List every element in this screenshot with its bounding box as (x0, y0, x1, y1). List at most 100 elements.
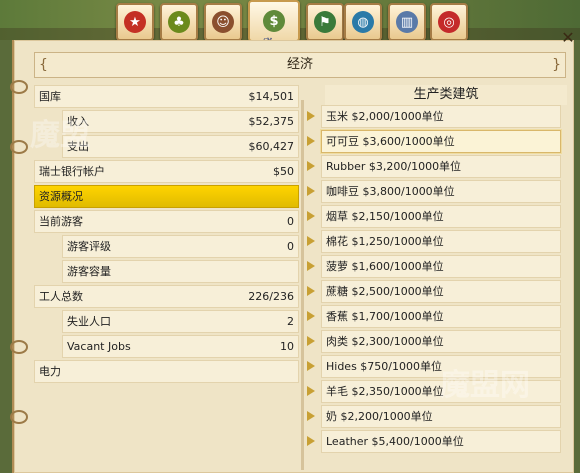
stat-row[interactable]: 瑞士银行帐户 $50 (34, 160, 299, 183)
production-item-label: 可可豆 $3,600/1000单位 (321, 130, 561, 153)
production-item[interactable]: Leather $5,400/1000单位 (307, 430, 567, 453)
production-item[interactable]: Rubber $3,200/1000单位 (307, 155, 567, 178)
binder-ring (10, 80, 28, 94)
portrait-icon: ☺ (212, 11, 234, 33)
panel-title: 经济 (286, 57, 313, 72)
stat-label: 资源概况 (39, 190, 83, 203)
production-item[interactable]: 羊毛 $2,350/1000单位 (307, 380, 567, 403)
production-item-label: 肉类 $2,300/1000单位 (321, 330, 561, 353)
scroll-ornament-left: { (39, 57, 48, 73)
star-icon: ★ (124, 11, 146, 33)
production-list: 生产类建筑 玉米 $2,000/1000单位 可可豆 $3,600/1000单位 R… (307, 85, 567, 455)
stat-row[interactable]: Vacant Jobs 10 (62, 335, 299, 358)
globe-icon: ◍ (352, 11, 374, 33)
toolbar-button-portrait[interactable]: ☺ (204, 3, 242, 41)
production-item[interactable]: 棉花 $1,250/1000单位 (307, 230, 567, 253)
economy-stats-list: 国库 $14,501 收入 $52,375 支出 $60,427 瑞士银行帐户 $50 资源概况… (34, 85, 299, 385)
expand-arrow-icon[interactable] (307, 411, 315, 421)
stat-row[interactable]: 当前游客 0 (34, 210, 299, 233)
stat-value: 2 (287, 315, 294, 328)
expand-arrow-icon[interactable] (307, 436, 315, 446)
production-item-label: 棉花 $1,250/1000单位 (321, 230, 561, 253)
production-item[interactable]: 香蕉 $1,700/1000单位 (307, 305, 567, 328)
stat-label: 失业人口 (67, 315, 111, 328)
expand-arrow-icon[interactable] (307, 286, 315, 296)
expand-arrow-icon[interactable] (307, 336, 315, 346)
stat-row[interactable]: 支出 $60,427 (62, 135, 299, 158)
stat-value: $52,375 (248, 115, 295, 128)
stat-label: 收入 (67, 115, 89, 128)
toolbar-button-globe[interactable]: ◍ (344, 3, 382, 41)
expand-arrow-icon[interactable] (307, 186, 315, 196)
stat-row[interactable]: 资源概况 (34, 185, 299, 208)
target-icon: ◎ (438, 11, 460, 33)
stat-row[interactable]: 收入 $52,375 (62, 110, 299, 133)
stat-value: 0 (287, 215, 294, 228)
toolbar-button-star[interactable]: ★ (116, 3, 154, 41)
stat-label: 工人总数 (39, 290, 83, 303)
flag-icon: ⚑ (314, 11, 336, 33)
building-icon: ▥ (396, 11, 418, 33)
divider (301, 100, 304, 470)
production-item[interactable]: 蔗糖 $2,500/1000单位 (307, 280, 567, 303)
production-item[interactable]: 玉米 $2,000/1000单位 (307, 105, 567, 128)
stat-row[interactable]: 失业人口 2 (62, 310, 299, 333)
stat-row[interactable]: 电力 (34, 360, 299, 383)
expand-arrow-icon[interactable] (307, 386, 315, 396)
production-item[interactable]: 烟草 $2,150/1000单位 (307, 205, 567, 228)
stat-row[interactable]: 游客容量 (62, 260, 299, 283)
production-item-label: Hides $750/1000单位 (321, 355, 561, 378)
expand-arrow-icon[interactable] (307, 136, 315, 146)
stat-row[interactable]: 工人总数 226/236 (34, 285, 299, 308)
stat-value: 10 (280, 340, 294, 353)
stat-label: Vacant Jobs (67, 340, 131, 353)
stat-label: 当前游客 (39, 215, 83, 228)
toolbar-button-target[interactable]: ◎ (430, 3, 468, 41)
expand-arrow-icon[interactable] (307, 361, 315, 371)
production-item-label: Leather $5,400/1000单位 (321, 430, 561, 453)
production-item-label: Rubber $3,200/1000单位 (321, 155, 561, 178)
stat-label: 国库 (39, 90, 61, 103)
toolbar-button-building[interactable]: ▥ (388, 3, 426, 41)
production-item[interactable]: 菠萝 $1,600/1000单位 (307, 255, 567, 278)
production-item-label: 咖啡豆 $3,800/1000单位 (321, 180, 561, 203)
production-item[interactable]: Hides $750/1000单位 (307, 355, 567, 378)
stat-row[interactable]: 游客评级 0 (62, 235, 299, 258)
close-icon[interactable]: ✕ (560, 30, 576, 46)
production-item-label: 羊毛 $2,350/1000单位 (321, 380, 561, 403)
expand-arrow-icon[interactable] (307, 261, 315, 271)
stat-value: $60,427 (248, 140, 295, 153)
production-item[interactable]: 肉类 $2,300/1000单位 (307, 330, 567, 353)
toolbar-button-flag[interactable]: ⚑ (306, 3, 344, 41)
production-item[interactable]: 可可豆 $3,600/1000单位 (307, 130, 567, 153)
production-item-label: 烟草 $2,150/1000单位 (321, 205, 561, 228)
binder-ring (10, 140, 28, 154)
toolbar-button-leaf[interactable]: ♣ (160, 3, 198, 41)
expand-arrow-icon[interactable] (307, 161, 315, 171)
economy-panel: { 经济 } 国库 $14,501 收入 $52,375 支出 $60,427 瑞士银行帐户… (10, 40, 574, 473)
stat-value: 226/236 (248, 290, 294, 303)
stat-label: 支出 (67, 140, 89, 153)
stat-row[interactable]: 国库 $14,501 (34, 85, 299, 108)
stat-label: 游客评级 (67, 240, 111, 253)
production-heading: 生产类建筑 (325, 85, 567, 105)
stat-value: $50 (273, 165, 294, 178)
stat-label: 游客容量 (67, 265, 111, 278)
panel-title-bar: { 经济 } (34, 52, 566, 78)
expand-arrow-icon[interactable] (307, 236, 315, 246)
production-item[interactable]: 奶 $2,200/1000单位 (307, 405, 567, 428)
expand-arrow-icon[interactable] (307, 111, 315, 121)
expand-arrow-icon[interactable] (307, 311, 315, 321)
stat-label: 瑞士银行帐户 (39, 165, 105, 178)
production-item[interactable]: 咖啡豆 $3,800/1000单位 (307, 180, 567, 203)
main-toolbar: ★ ♣ ☺ $ ⚑ ◍ ▥ ◎ (108, 0, 480, 42)
money-icon: $ (263, 10, 285, 32)
production-item-label: 菠萝 $1,600/1000单位 (321, 255, 561, 278)
production-item-label: 香蕉 $1,700/1000单位 (321, 305, 561, 328)
production-item-label: 蔗糖 $2,500/1000单位 (321, 280, 561, 303)
expand-arrow-icon[interactable] (307, 211, 315, 221)
production-item-label: 玉米 $2,000/1000单位 (321, 105, 561, 128)
stat-value: $14,501 (248, 90, 295, 103)
leaf-icon: ♣ (168, 11, 190, 33)
binder-ring (10, 340, 28, 354)
